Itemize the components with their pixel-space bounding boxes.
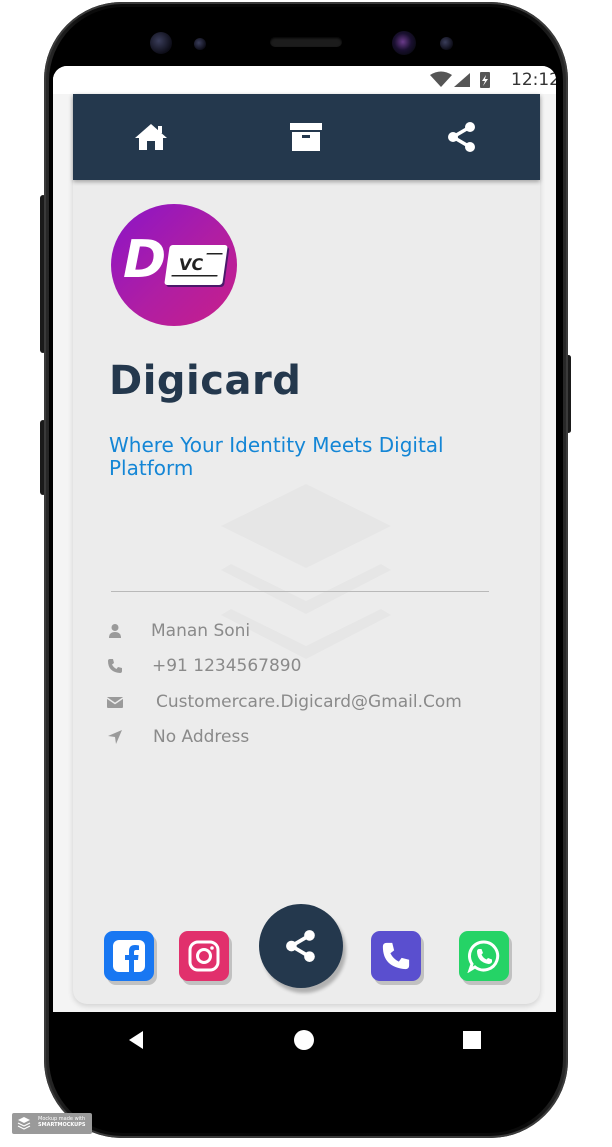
phone-icon	[382, 942, 410, 970]
contact-email[interactable]: Customercare.Digicard@Gmail.Com	[156, 692, 462, 712]
screen: 12:12 D VC Digicard Where Your Identity …	[53, 66, 556, 1012]
digital-business-card: D VC Digicard Where Your Identity Meets …	[73, 94, 540, 1004]
home-icon	[134, 124, 167, 150]
whatsapp-button[interactable]	[459, 931, 509, 981]
call-button[interactable]	[371, 931, 421, 981]
recents-button[interactable]	[452, 1020, 492, 1060]
layers-watermark-icon	[221, 484, 391, 659]
mockup-badge: Mockup made with SMARTMOCKUPS	[12, 1113, 92, 1134]
location-arrow-icon	[108, 730, 122, 744]
phone-icon	[108, 659, 122, 673]
logo-lines-icon	[206, 253, 223, 255]
sensor-icon	[150, 32, 172, 54]
sensor-icon	[440, 37, 453, 50]
whatsapp-icon	[467, 940, 500, 973]
share-nav-button[interactable]	[442, 117, 482, 157]
sensor-icon	[194, 38, 206, 50]
android-nav-bar	[53, 1012, 556, 1068]
envelope-icon	[107, 697, 123, 708]
archive-button[interactable]	[286, 117, 326, 157]
share-icon	[448, 122, 476, 152]
layers-logo-icon	[17, 1117, 31, 1130]
brand-title: Digicard	[109, 358, 302, 404]
instagram-button[interactable]	[179, 931, 229, 981]
share-fab-button[interactable]	[259, 904, 343, 988]
front-camera-icon	[392, 31, 416, 55]
facebook-icon	[113, 940, 145, 973]
status-bar: 12:12	[53, 66, 556, 94]
back-button[interactable]	[117, 1020, 157, 1060]
section-divider	[111, 591, 489, 592]
top-nav-bar	[73, 94, 540, 180]
status-icons	[430, 71, 490, 88]
contact-email-row: Customercare.Digicard@Gmail.Com	[107, 692, 507, 714]
recents-square-icon	[463, 1031, 482, 1049]
archive-icon	[290, 123, 323, 151]
share-icon	[286, 930, 315, 962]
home-button[interactable]	[131, 117, 171, 157]
contact-phone[interactable]: +91 1234567890	[152, 656, 301, 676]
facebook-button[interactable]	[104, 931, 154, 981]
home-circle-icon	[294, 1030, 315, 1050]
contact-phone-row: +91 1234567890	[107, 656, 507, 678]
back-triangle-icon	[128, 1031, 143, 1049]
brand-logo: D VC	[111, 204, 237, 326]
logo-card-badge: VC	[164, 245, 228, 285]
phone-mockup: 12:12 D VC Digicard Where Your Identity …	[0, 0, 612, 1147]
instagram-icon	[188, 940, 220, 972]
contact-address-row: No Address	[107, 727, 507, 749]
mockup-badge-line2: SMARTMOCKUPS	[38, 1122, 86, 1128]
logo-badge-text: VC	[177, 255, 205, 274]
status-time: 12:12	[511, 70, 556, 90]
home-nav-button[interactable]	[284, 1020, 324, 1060]
user-icon	[109, 624, 121, 638]
earpiece-speaker	[270, 37, 342, 47]
contact-name-row: Manan Soni	[107, 621, 507, 643]
logo-lines-icon	[171, 275, 218, 277]
contact-address: No Address	[153, 727, 250, 747]
logo-letter: D	[123, 230, 167, 290]
contact-name: Manan Soni	[151, 621, 251, 641]
